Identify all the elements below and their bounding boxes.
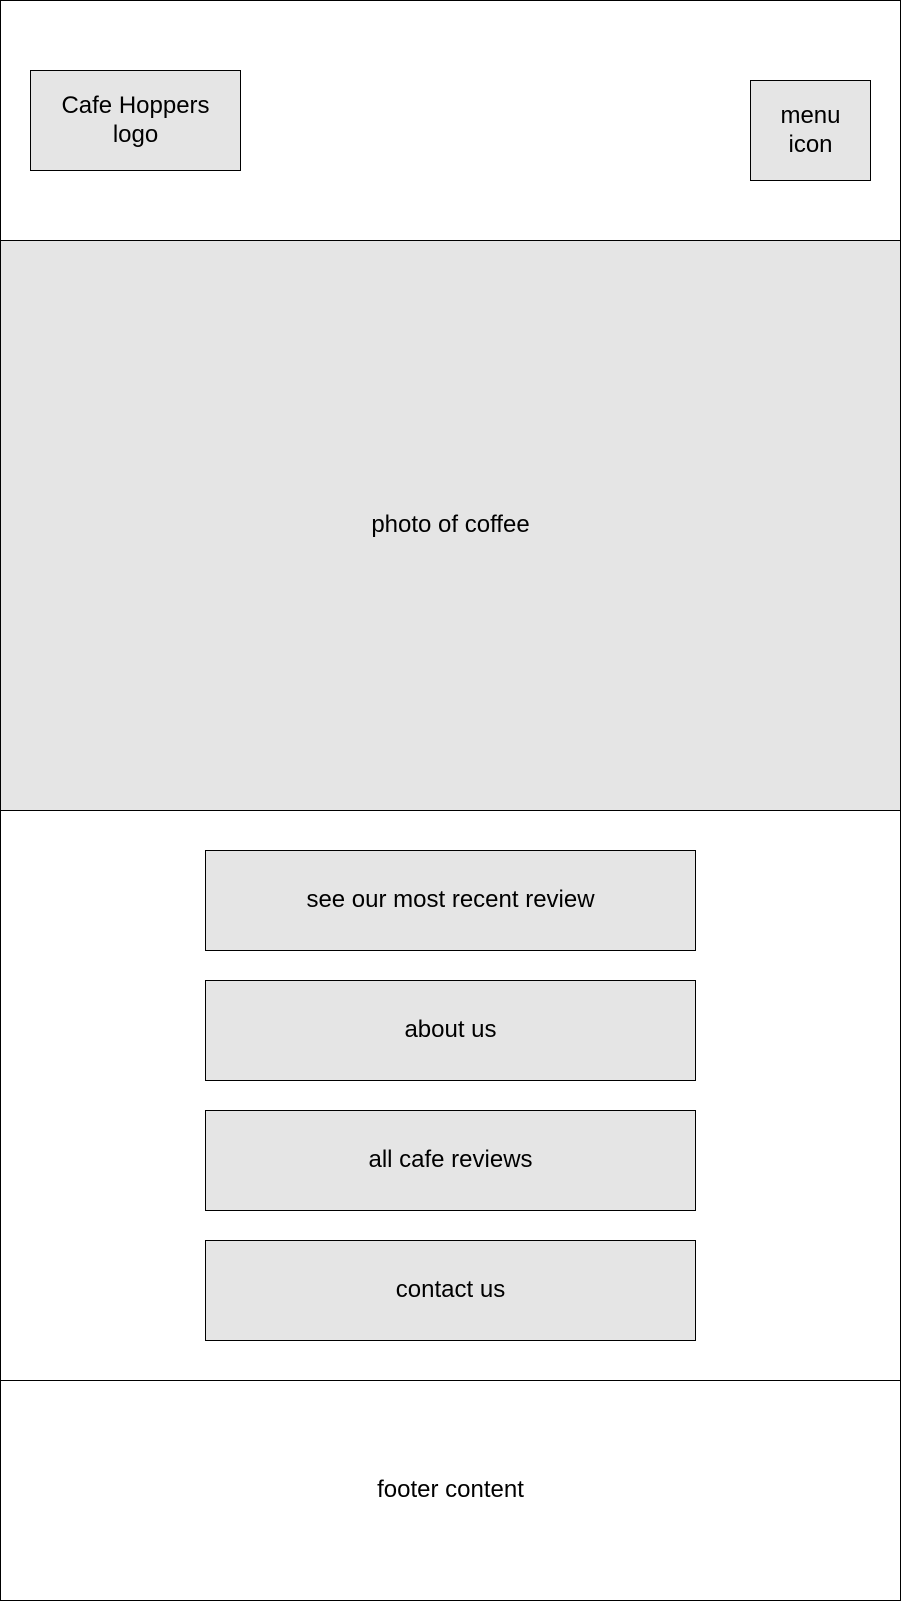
contact-us-button-label: contact us bbox=[395, 1276, 506, 1304]
all-cafe-reviews-button[interactable]: all cafe reviews bbox=[205, 1110, 696, 1211]
footer-content-label: footer content bbox=[377, 1476, 524, 1504]
about-us-button[interactable]: about us bbox=[205, 980, 696, 1081]
about-us-button-label: about us bbox=[404, 1016, 497, 1044]
cafe-hoppers-logo[interactable]: Cafe Hoppers logo bbox=[30, 70, 241, 171]
menu-icon[interactable]: menu icon bbox=[750, 80, 871, 181]
contact-us-button[interactable]: contact us bbox=[205, 1240, 696, 1341]
recent-review-button-label: see our most recent review bbox=[306, 886, 595, 914]
menu-icon-label: menu icon bbox=[780, 101, 841, 158]
recent-review-button[interactable]: see our most recent review bbox=[205, 850, 696, 951]
hero-image-label: photo of coffee bbox=[371, 511, 530, 539]
logo-label: Cafe Hoppers logo bbox=[61, 91, 210, 148]
all-cafe-reviews-button-label: all cafe reviews bbox=[368, 1146, 533, 1174]
